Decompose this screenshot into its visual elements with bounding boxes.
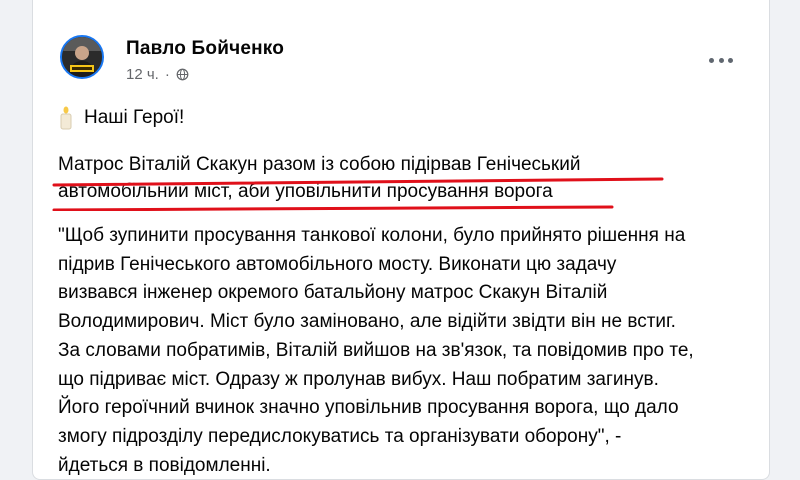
post-time[interactable]: 12 ч. (126, 66, 159, 83)
separator: · (164, 66, 170, 83)
globe-icon[interactable] (176, 68, 189, 81)
candle-icon (60, 106, 72, 130)
avatar[interactable] (60, 35, 104, 79)
quote-line: змогу підрозділу передислокуватись та ор… (58, 425, 622, 447)
post-meta: 12 ч. · (126, 66, 189, 83)
quote-line: підрив Генічеського автомобільного мосту… (58, 253, 617, 275)
quote-line: За словами побратимів, Віталій вийшов на… (58, 339, 694, 361)
hero-text: Наші Герої! (84, 107, 185, 128)
more-options-button[interactable] (709, 50, 733, 70)
red-underline (52, 177, 664, 211)
more-options-icon (709, 57, 714, 63)
quote-line: що підриває міст. Одразу ж пролунав вибу… (58, 368, 659, 390)
quote-line: Його героїчний вчинок значно уповільнив … (58, 397, 679, 419)
highlighted-text: Матрос Віталій Скакун разом із собою під… (52, 151, 748, 211)
post-quote: "Щоб зупинити просування танкової колони… (58, 222, 748, 480)
quote-line: "Щоб зупинити просування танкової колони… (58, 225, 686, 246)
post-body: Наші Герої! Матрос Віталій Скакун разом … (52, 104, 748, 480)
quote-line: Володимирович. Міст було заміновано, але… (58, 311, 676, 333)
post-card: Павло Бойченко 12 ч. · Наші Герої! Матро… (32, 0, 770, 480)
author-name[interactable]: Павло Бойченко (126, 38, 284, 60)
hero-line: Наші Герої! (58, 104, 748, 132)
quote-line: визвався інженер окремого батальйону мат… (58, 282, 608, 304)
quote-line: йдеться в повідомленні. (58, 454, 271, 476)
